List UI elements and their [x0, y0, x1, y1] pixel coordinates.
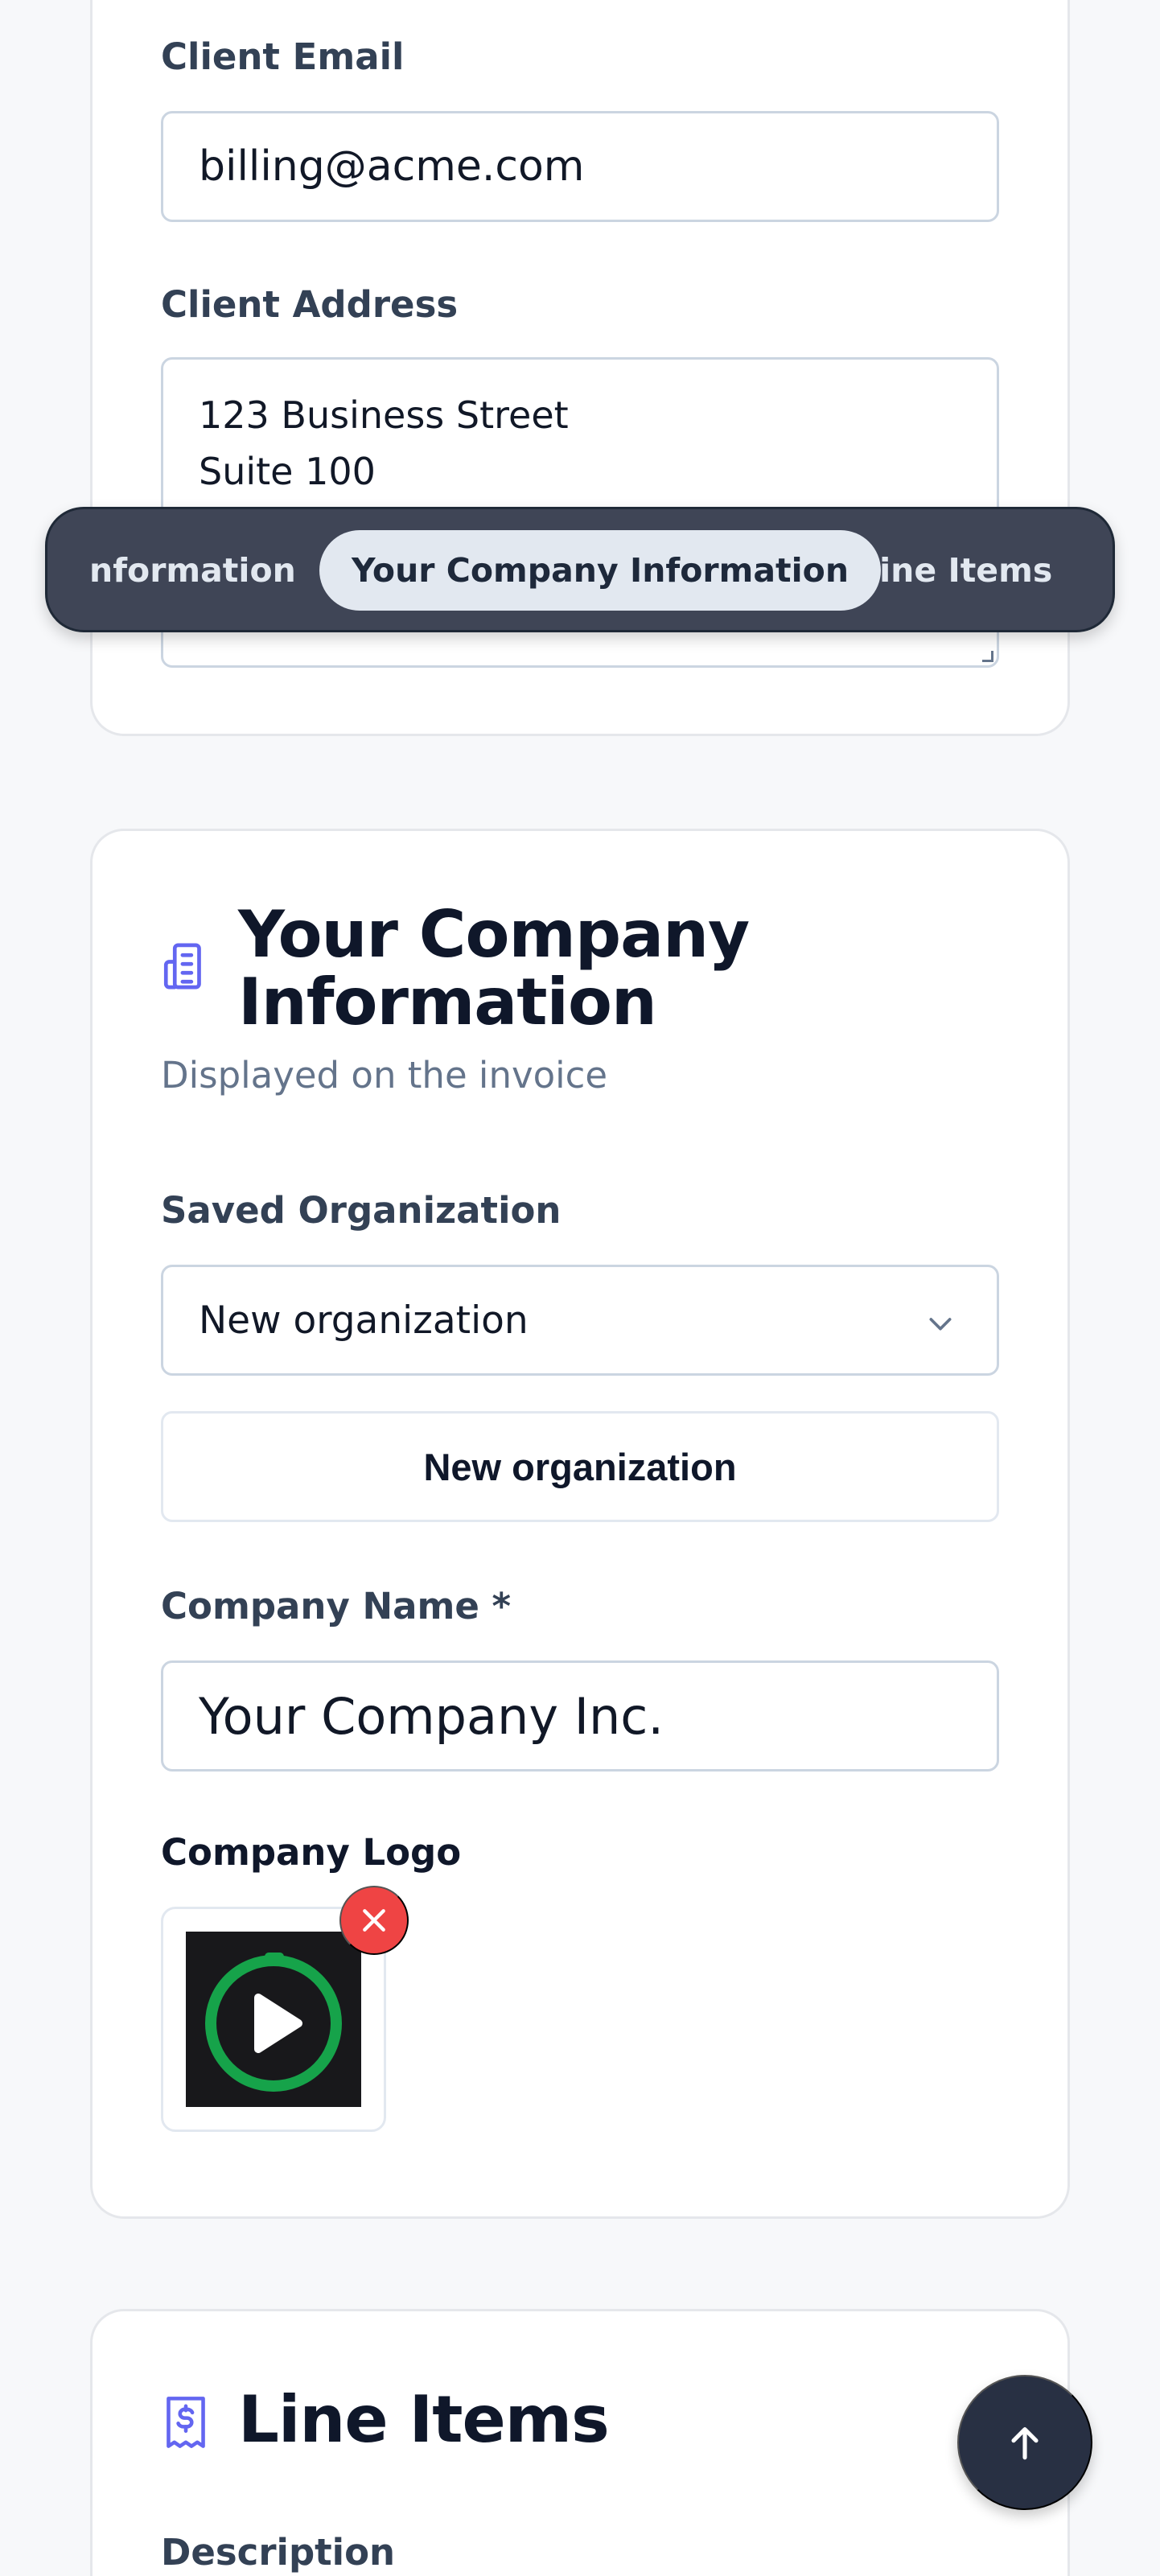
saved-organization-label: Saved Organization [161, 1189, 561, 1232]
company-logo-label: Company Logo [161, 1831, 462, 1874]
resize-handle[interactable] [982, 651, 993, 662]
address-line-1: 123 Business Street [199, 393, 569, 437]
building-icon [159, 940, 212, 996]
company-name-label: Company Name * [161, 1585, 512, 1627]
logo-image [186, 1932, 361, 2107]
title-line-2: Information [238, 965, 657, 1039]
nav-tab-line-items[interactable]: Line Items [858, 530, 1052, 611]
section-nav: nformation Your Company Information Line… [45, 507, 1115, 632]
address-line-2: Suite 100 [199, 450, 376, 493]
remove-logo-button[interactable] [339, 1886, 409, 1955]
line-items-title: Line Items [238, 2382, 610, 2457]
stopwatch-play-icon [205, 1953, 342, 2092]
receipt-dollar-icon [159, 2394, 212, 2454]
nav-tab-client-information[interactable]: nformation [89, 530, 296, 611]
client-email-label: Client Email [161, 35, 405, 78]
saved-organization-value: New organization [199, 1298, 529, 1343]
chevron-down-icon [929, 1318, 952, 1331]
saved-organization-select[interactable]: New organization [161, 1265, 999, 1376]
company-section-title: Your Company Information [238, 897, 750, 1039]
description-label: Description [161, 2531, 396, 2574]
scroll-to-top-button[interactable] [957, 2375, 1092, 2510]
nav-tab-your-company-information[interactable]: Your Company Information [319, 530, 882, 611]
title-line-1: Your Company [238, 897, 750, 972]
arrow-up-icon [1011, 2427, 1039, 2460]
new-organization-button[interactable]: New organization [161, 1411, 999, 1522]
close-icon [363, 1909, 385, 1932]
client-address-label: Client Address [161, 283, 459, 326]
client-email-input[interactable]: billing@acme.com [161, 111, 999, 222]
company-name-input[interactable]: Your Company Inc. [161, 1660, 999, 1772]
company-section-subtitle: Displayed on the invoice [161, 1054, 608, 1097]
invoice-form-page: Client Email billing@acme.com Client Add… [0, 0, 1160, 2576]
